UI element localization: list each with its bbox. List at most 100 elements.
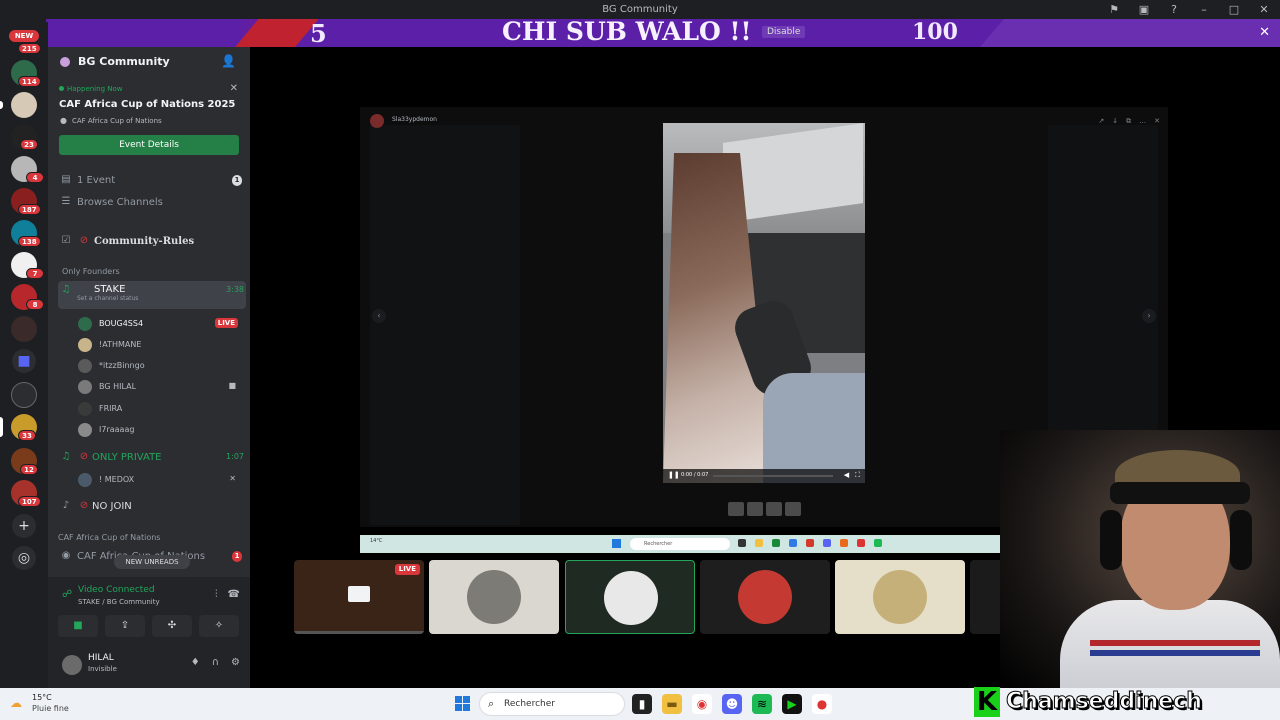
voice-channel-stake[interactable]: ♫ STAKE 3:38 Set a channel status [58, 281, 246, 309]
activities-button[interactable]: ✣ [152, 615, 192, 637]
video-actions: ◀ ⛶ [844, 471, 860, 480]
weather-icon: ☁ [10, 696, 22, 710]
channel-status-placeholder[interactable]: Set a channel status [77, 295, 138, 302]
no-entry-icon: ⊘ [79, 451, 89, 462]
search-placeholder: Rechercher [504, 699, 555, 709]
screen-share-button[interactable]: ⇪ [105, 615, 145, 637]
discord-icon[interactable]: ☻ [722, 694, 742, 714]
signal-icon[interactable]: ☍ [62, 589, 72, 600]
participant-tile-selected[interactable] [565, 560, 695, 634]
channel-label: Community-Rules [94, 236, 195, 247]
app-icon[interactable]: ● [812, 694, 832, 714]
previous-arrow-icon[interactable]: ‹ [372, 309, 386, 323]
add-server-icon[interactable]: + [12, 514, 36, 538]
soundboard-button[interactable]: ✧ [199, 615, 239, 637]
download-icon[interactable]: ↓ [1112, 117, 1118, 126]
streamer-name: Chamseddinech [1006, 689, 1203, 715]
voice-user[interactable]: FRIRA [76, 399, 246, 419]
minimize-icon[interactable]: – [1196, 3, 1212, 16]
disconnect-icon[interactable]: ☎ [228, 589, 240, 600]
chrome-icon[interactable]: ◉ [692, 694, 712, 714]
avatar[interactable] [62, 655, 82, 675]
noise-suppression-icon[interactable]: ⫶ [215, 589, 218, 600]
voice-user[interactable]: BOUG4SS4 LIVE [76, 314, 246, 334]
microphone-icon[interactable]: ♦ [191, 657, 200, 668]
voice-channel-no-join[interactable]: ♪ ⊘ NO JOIN [58, 497, 246, 517]
headphones-icon[interactable]: ∩ [212, 657, 219, 668]
maximize-icon[interactable]: □ [1226, 3, 1242, 16]
thumbnail[interactable] [785, 502, 801, 516]
inbox-icon[interactable]: ⚑ [1106, 3, 1122, 16]
new-unreads-pill[interactable]: NEW UNREADS [114, 555, 190, 569]
voice-location[interactable]: STAKE / BG Community [78, 598, 160, 606]
user-panel: HILAL Invisible ♦ ∩ ⚙ [48, 647, 250, 688]
video-player[interactable]: ❚❚ 0:00 / 0:07 ◀ ⛶ [663, 123, 865, 483]
start-button[interactable] [455, 696, 471, 712]
close-icon[interactable]: ✕ [1154, 117, 1160, 126]
server-icon[interactable] [11, 92, 37, 118]
participant-tile[interactable] [835, 560, 965, 634]
participant-tile[interactable] [429, 560, 559, 634]
camera-button[interactable]: ■ [58, 615, 98, 637]
server-header[interactable]: BG Community 👤 [48, 47, 250, 77]
discover-icon[interactable]: ◎ [12, 546, 36, 570]
fullscreen-icon[interactable]: ⛶ [855, 471, 860, 480]
invite-icon[interactable]: 👤 [221, 54, 236, 68]
help-icon[interactable]: ? [1166, 3, 1182, 16]
event-details-button[interactable]: Event Details [59, 135, 239, 155]
participant-tile-stream[interactable]: LIVE [294, 560, 424, 634]
screen-icon[interactable]: ▣ [1136, 3, 1152, 16]
close-window-icon[interactable]: ✕ [1256, 3, 1272, 16]
terminal-icon[interactable]: ▶ [782, 694, 802, 714]
category-only-founders[interactable]: Only Founders [62, 267, 120, 276]
video-seek-bar[interactable] [713, 475, 833, 477]
file-explorer-icon[interactable]: ▬ [662, 694, 682, 714]
server-icon[interactable] [11, 316, 37, 342]
voice-user[interactable]: *itzzBinngo [76, 356, 246, 376]
volume-icon[interactable]: ◀ [844, 471, 849, 480]
task-view-icon[interactable]: ▮ [632, 694, 652, 714]
voice-channel-only-private[interactable]: ♫ ⊘ ONLY PRIVATE 1:07 [58, 448, 246, 468]
events-row[interactable]: ▤ 1 Event 1 [58, 171, 246, 191]
disable-button[interactable]: Disable [762, 26, 806, 38]
user-name: FRIRA [99, 404, 123, 413]
thumbnail[interactable] [766, 502, 782, 516]
new-pill[interactable]: NEW [9, 30, 39, 42]
server-badge: 187 [18, 204, 41, 215]
thumbnail[interactable] [747, 502, 763, 516]
close-banner-icon[interactable]: ✕ [1259, 25, 1270, 40]
browse-channels-row[interactable]: ☰ Browse Channels [58, 193, 246, 213]
server-badge: 138 [18, 236, 41, 247]
next-arrow-icon[interactable]: › [1142, 309, 1156, 323]
user-name: ! MEDOX [99, 475, 135, 484]
user-name[interactable]: HILAL [88, 653, 114, 663]
voice-user[interactable]: ! MEDOX ✕ [76, 470, 246, 490]
folder-icon[interactable]: ■ [12, 349, 36, 373]
category-caf[interactable]: CAF Africa Cup of Nations [58, 533, 160, 542]
taskbar-search[interactable]: ⌕ Rechercher [479, 692, 625, 716]
kick-logo-icon: K [974, 687, 1000, 717]
avatar [78, 380, 92, 394]
thumbnail[interactable] [728, 502, 744, 516]
spotify-icon[interactable]: ≋ [752, 694, 772, 714]
more-icon[interactable]: … [1139, 117, 1146, 126]
live-badge: LIVE [214, 318, 238, 328]
streamer-watermark: K Chamseddinech [970, 686, 1280, 720]
voice-user[interactable]: I7raaaag [76, 420, 246, 440]
voice-user[interactable]: !ATHMANE [76, 335, 246, 355]
app-icon [840, 539, 848, 547]
settings-gear-icon[interactable]: ⚙ [231, 657, 240, 668]
server-icon[interactable] [11, 382, 37, 408]
close-event-icon[interactable]: ✕ [230, 83, 238, 94]
channel-community-rules[interactable]: ☑ Community-Rules ⊘ [58, 232, 246, 252]
voice-user[interactable]: BG HILAL ■ [76, 377, 246, 397]
server-name[interactable]: BG Community [78, 55, 170, 68]
camera-icon: ■ [228, 381, 236, 390]
share-icon[interactable]: ↗ [1098, 117, 1104, 126]
banner-left-number: 5 [310, 19, 327, 47]
taskbar-apps: ▮ ▬ ◉ ☻ ≋ ▶ ● [632, 694, 832, 714]
link-icon[interactable]: ⧉ [1126, 117, 1131, 126]
participant-tile[interactable] [700, 560, 830, 634]
pause-icon[interactable]: ❚❚ [668, 471, 680, 479]
channel-timer: 3:38 [226, 285, 244, 294]
